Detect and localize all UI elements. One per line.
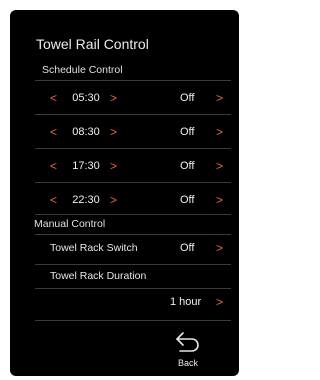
towel-rack-duration-row: Towel Rack Duration — [10, 266, 239, 286]
divider — [35, 288, 231, 289]
decrement-time-button[interactable]: < — [50, 88, 57, 108]
back-arrow-icon — [176, 332, 199, 352]
duration-value: 1 hour — [170, 296, 202, 308]
increment-time-button[interactable]: > — [110, 190, 117, 210]
divider — [35, 80, 231, 81]
schedule-time: 08:30 — [72, 126, 100, 138]
device-bezel: Towel Rail Control Schedule Control < 05… — [0, 0, 249, 380]
schedule-time: 17:30 — [72, 160, 100, 172]
manual-section-label: Manual Control — [34, 218, 106, 230]
decrement-time-button[interactable]: < — [50, 122, 57, 142]
increment-time-button[interactable]: > — [110, 122, 117, 142]
screen: Towel Rail Control Schedule Control < 05… — [10, 10, 239, 376]
schedule-state: Off — [180, 194, 195, 206]
toggle-state-button[interactable]: > — [216, 88, 223, 108]
schedule-row-2: < 08:30 > Off > — [10, 122, 239, 142]
schedule-state: Off — [180, 160, 195, 172]
duration-next-button[interactable]: > — [216, 292, 223, 312]
back-label: Back — [177, 358, 198, 368]
towel-rack-switch-label: Towel Rack Switch — [50, 242, 138, 254]
divider — [35, 214, 231, 215]
back-button[interactable]: Back — [168, 330, 208, 376]
schedule-state: Off — [180, 126, 195, 138]
schedule-row-3: < 17:30 > Off > — [10, 156, 239, 176]
schedule-state: Off — [180, 92, 195, 104]
toggle-state-button[interactable]: > — [216, 122, 223, 142]
divider — [35, 234, 231, 235]
towel-rack-switch-state: Off — [180, 242, 195, 254]
divider — [35, 114, 231, 115]
toggle-state-button[interactable]: > — [216, 156, 223, 176]
divider — [35, 182, 231, 183]
schedule-time: 05:30 — [72, 92, 100, 104]
towel-rack-switch-row[interactable]: Towel Rack Switch Off > — [10, 238, 239, 258]
decrement-time-button[interactable]: < — [50, 156, 57, 176]
divider — [35, 320, 231, 321]
duration-value-row: 1 hour > — [10, 292, 239, 312]
schedule-time: 22:30 — [72, 194, 100, 206]
page-title: Towel Rail Control — [36, 36, 149, 52]
schedule-row-1: < 05:30 > Off > — [10, 88, 239, 108]
schedule-row-4: < 22:30 > Off > — [10, 190, 239, 210]
divider — [35, 148, 231, 149]
divider — [35, 264, 231, 265]
decrement-time-button[interactable]: < — [50, 190, 57, 210]
toggle-state-button[interactable]: > — [216, 190, 223, 210]
toggle-switch-button[interactable]: > — [216, 238, 223, 258]
towel-rack-duration-label: Towel Rack Duration — [50, 270, 147, 282]
schedule-section-label: Schedule Control — [42, 64, 123, 76]
increment-time-button[interactable]: > — [110, 156, 117, 176]
increment-time-button[interactable]: > — [110, 88, 117, 108]
